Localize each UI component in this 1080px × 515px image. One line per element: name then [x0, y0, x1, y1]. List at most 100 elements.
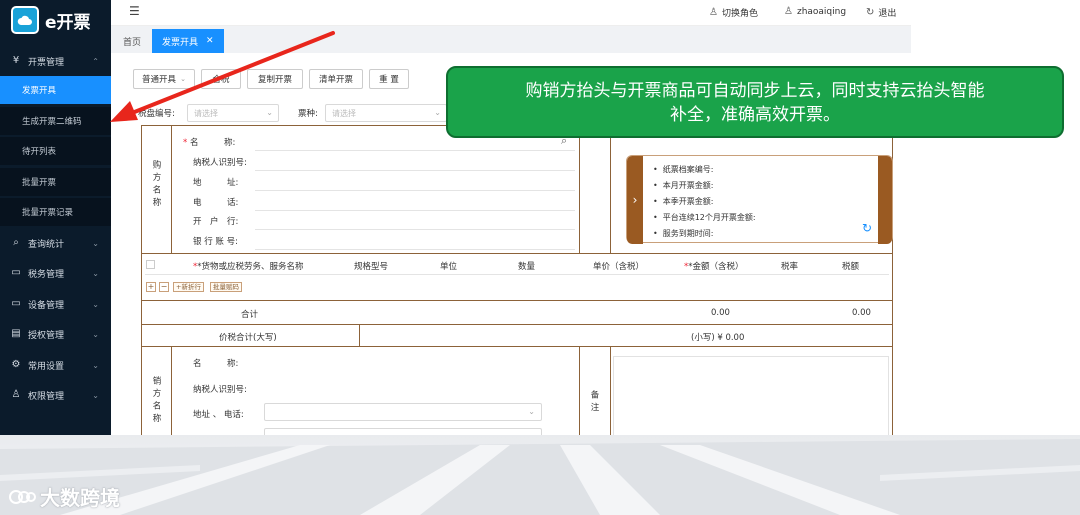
- sidebar: e开票 ¥ 开票管理 ⌃ 发票开具 生成开票二维码 待开列表 批量开票 批量开票…: [0, 0, 111, 435]
- invoice-type-label: 普通开具: [142, 75, 177, 85]
- total-amount: 0.00: [711, 308, 730, 318]
- lowercase-total: (小写) ¥ 0.00: [691, 333, 745, 343]
- remove-row-icon[interactable]: −: [159, 282, 169, 292]
- unit-price-header: 单价（含税）: [593, 262, 645, 272]
- tax-inclusive-button[interactable]: 合税: [201, 69, 241, 89]
- app-logo[interactable]: e开票: [11, 6, 103, 34]
- buyer-phone-input[interactable]: [255, 210, 575, 211]
- user-icon: ♙: [11, 389, 21, 400]
- tax-code-select[interactable]: 请选择 ⌄: [187, 104, 279, 122]
- menu-group-query[interactable]: ⌕ 查询统计 ⌄: [0, 229, 111, 257]
- buyer-account-label: 银 行 账 号:: [193, 237, 238, 247]
- logout-button[interactable]: ↻ 退出: [866, 6, 896, 19]
- info-quarter-amount: 本季开票金额:: [653, 196, 714, 207]
- in-words-label: 价税合计(大写): [219, 333, 277, 343]
- tax-amount-header: 税额: [842, 262, 860, 272]
- menu-group-label: 常用设置: [28, 361, 65, 372]
- menu-collapse-icon[interactable]: ☰: [129, 4, 140, 18]
- gear-icon: ⚙: [11, 359, 21, 370]
- buyer-taxid-input[interactable]: [255, 170, 575, 171]
- menu-group-label: 设备管理: [28, 300, 65, 311]
- tax-code-label: 税盘编号:: [138, 109, 175, 119]
- field-label: 名 称:: [189, 138, 236, 148]
- tab-label: 首页: [123, 37, 142, 48]
- divider: [141, 253, 893, 254]
- tab-issue-invoice[interactable]: 发票开具 ✕: [152, 29, 224, 53]
- menu-group-invoicing[interactable]: ¥ 开票管理 ⌃: [0, 47, 111, 75]
- road-decoration: [0, 439, 1080, 515]
- unit-header: 单位: [440, 262, 458, 272]
- chevron-right-icon[interactable]: ›: [627, 156, 643, 244]
- add-row-icon[interactable]: +: [146, 282, 156, 292]
- search-icon: ⌕: [13, 237, 19, 248]
- info-12month-amount: 平台连续12个月开票金额:: [653, 212, 756, 223]
- ticket-type-select[interactable]: 请选择 ⌄: [325, 104, 447, 122]
- menu-item-qrcode[interactable]: 生成开票二维码: [0, 107, 111, 135]
- menu-item-issue-invoice[interactable]: 发票开具: [0, 76, 111, 104]
- remarks-textarea[interactable]: [613, 356, 889, 438]
- menu-item-batch-invoice[interactable]: 批量开票: [0, 168, 111, 196]
- buyer-section-label: 购方名称: [151, 160, 161, 210]
- switch-role-button[interactable]: ♙ 切换角色: [709, 6, 758, 19]
- batch-code-button[interactable]: 批量赋码: [210, 282, 242, 292]
- info-archive-no: 纸票档案编号:: [653, 164, 714, 175]
- menu-group-settings[interactable]: ⚙ 常用设置 ⌄: [0, 351, 111, 379]
- menu-group-permissions[interactable]: ♙ 权限管理 ⌄: [0, 381, 111, 409]
- select-all-checkbox[interactable]: [146, 260, 155, 269]
- cloud-icon: [11, 6, 39, 34]
- buyer-bank-input[interactable]: [255, 229, 575, 230]
- divider: [141, 324, 893, 325]
- info-month-amount: 本月开票金额:: [653, 180, 714, 191]
- header-text: *金额（含税）: [688, 262, 744, 272]
- chevron-down-icon: ⌄: [434, 108, 441, 117]
- divider: [171, 346, 172, 435]
- tax-rate-header: 税率: [781, 262, 799, 272]
- close-icon[interactable]: ✕: [206, 36, 214, 46]
- user-icon: ♙: [709, 7, 718, 18]
- total-label: 合计: [241, 310, 259, 320]
- divider: [141, 300, 893, 301]
- stats-card: › 纸票档案编号: 本月开票金额: 本季开票金额: 平台连续12个月开票金额: …: [626, 155, 893, 244]
- user-icon: ♙: [784, 6, 793, 17]
- invoice-type-dropdown[interactable]: 普通开具 ⌄: [133, 69, 195, 89]
- callout-line-2: 补全，准确高效开票。: [670, 105, 840, 125]
- buyer-name-input[interactable]: [255, 150, 575, 151]
- chevron-down-icon: ⌄: [92, 360, 99, 370]
- menu-group-device[interactable]: ▭ 设备管理 ⌄: [0, 290, 111, 318]
- copy-invoice-button[interactable]: 复制开票: [247, 69, 303, 89]
- logout-label: 退出: [878, 9, 897, 19]
- top-bar: ☰ ♙ 切换角色 ♙ zhaoaiqing ↻ 退出: [111, 0, 911, 26]
- menu-group-label: 税务管理: [28, 269, 65, 280]
- menu-item-batch-records[interactable]: 批量开票记录: [0, 198, 111, 226]
- buyer-taxid-label: 纳税人识别号:: [193, 158, 247, 168]
- quantity-header: 数量: [518, 262, 536, 272]
- tabs-bar: 首页 发票开具 ✕: [111, 26, 911, 53]
- seller-address-select[interactable]: ⌄: [264, 403, 542, 421]
- spec-header: 规格型号: [354, 262, 389, 272]
- seller-address-label: 地址 、 电话:: [193, 410, 244, 420]
- user-menu[interactable]: ♙ zhaoaiqing: [784, 6, 846, 17]
- menu-item-pending-list[interactable]: 待开列表: [0, 137, 111, 165]
- divider: [141, 346, 893, 347]
- add-discount-button[interactable]: +新折行: [173, 282, 204, 292]
- divider: [579, 346, 580, 435]
- chevron-down-icon: ⌄: [92, 238, 99, 248]
- chevron-down-icon: ⌄: [92, 329, 99, 339]
- feature-callout: 购销方抬头与开票商品可自动同步上云，同时支持云抬头智能 补全，准确高效开票。: [446, 66, 1064, 138]
- reset-button[interactable]: 重 置: [369, 69, 409, 89]
- switch-role-label: 切换角色: [721, 9, 758, 19]
- yen-icon: ¥: [12, 55, 20, 66]
- tab-home[interactable]: 首页: [113, 29, 151, 53]
- menu-group-tax[interactable]: ▭ 税务管理 ⌄: [0, 259, 111, 287]
- buyer-name-label: * 名 称:: [183, 138, 236, 148]
- laptop-icon: ▭: [11, 298, 21, 309]
- divider: [579, 125, 580, 253]
- card-decoration: [878, 156, 892, 244]
- menu-group-auth[interactable]: ▤ 授权管理 ⌄: [0, 320, 111, 348]
- buyer-address-input[interactable]: [255, 190, 575, 191]
- buyer-account-input[interactable]: [255, 249, 575, 250]
- divider: [359, 324, 360, 346]
- username: zhaoaiqing: [796, 6, 847, 17]
- list-invoice-button[interactable]: 清单开票: [309, 69, 363, 89]
- refresh-icon[interactable]: ↻: [862, 221, 872, 235]
